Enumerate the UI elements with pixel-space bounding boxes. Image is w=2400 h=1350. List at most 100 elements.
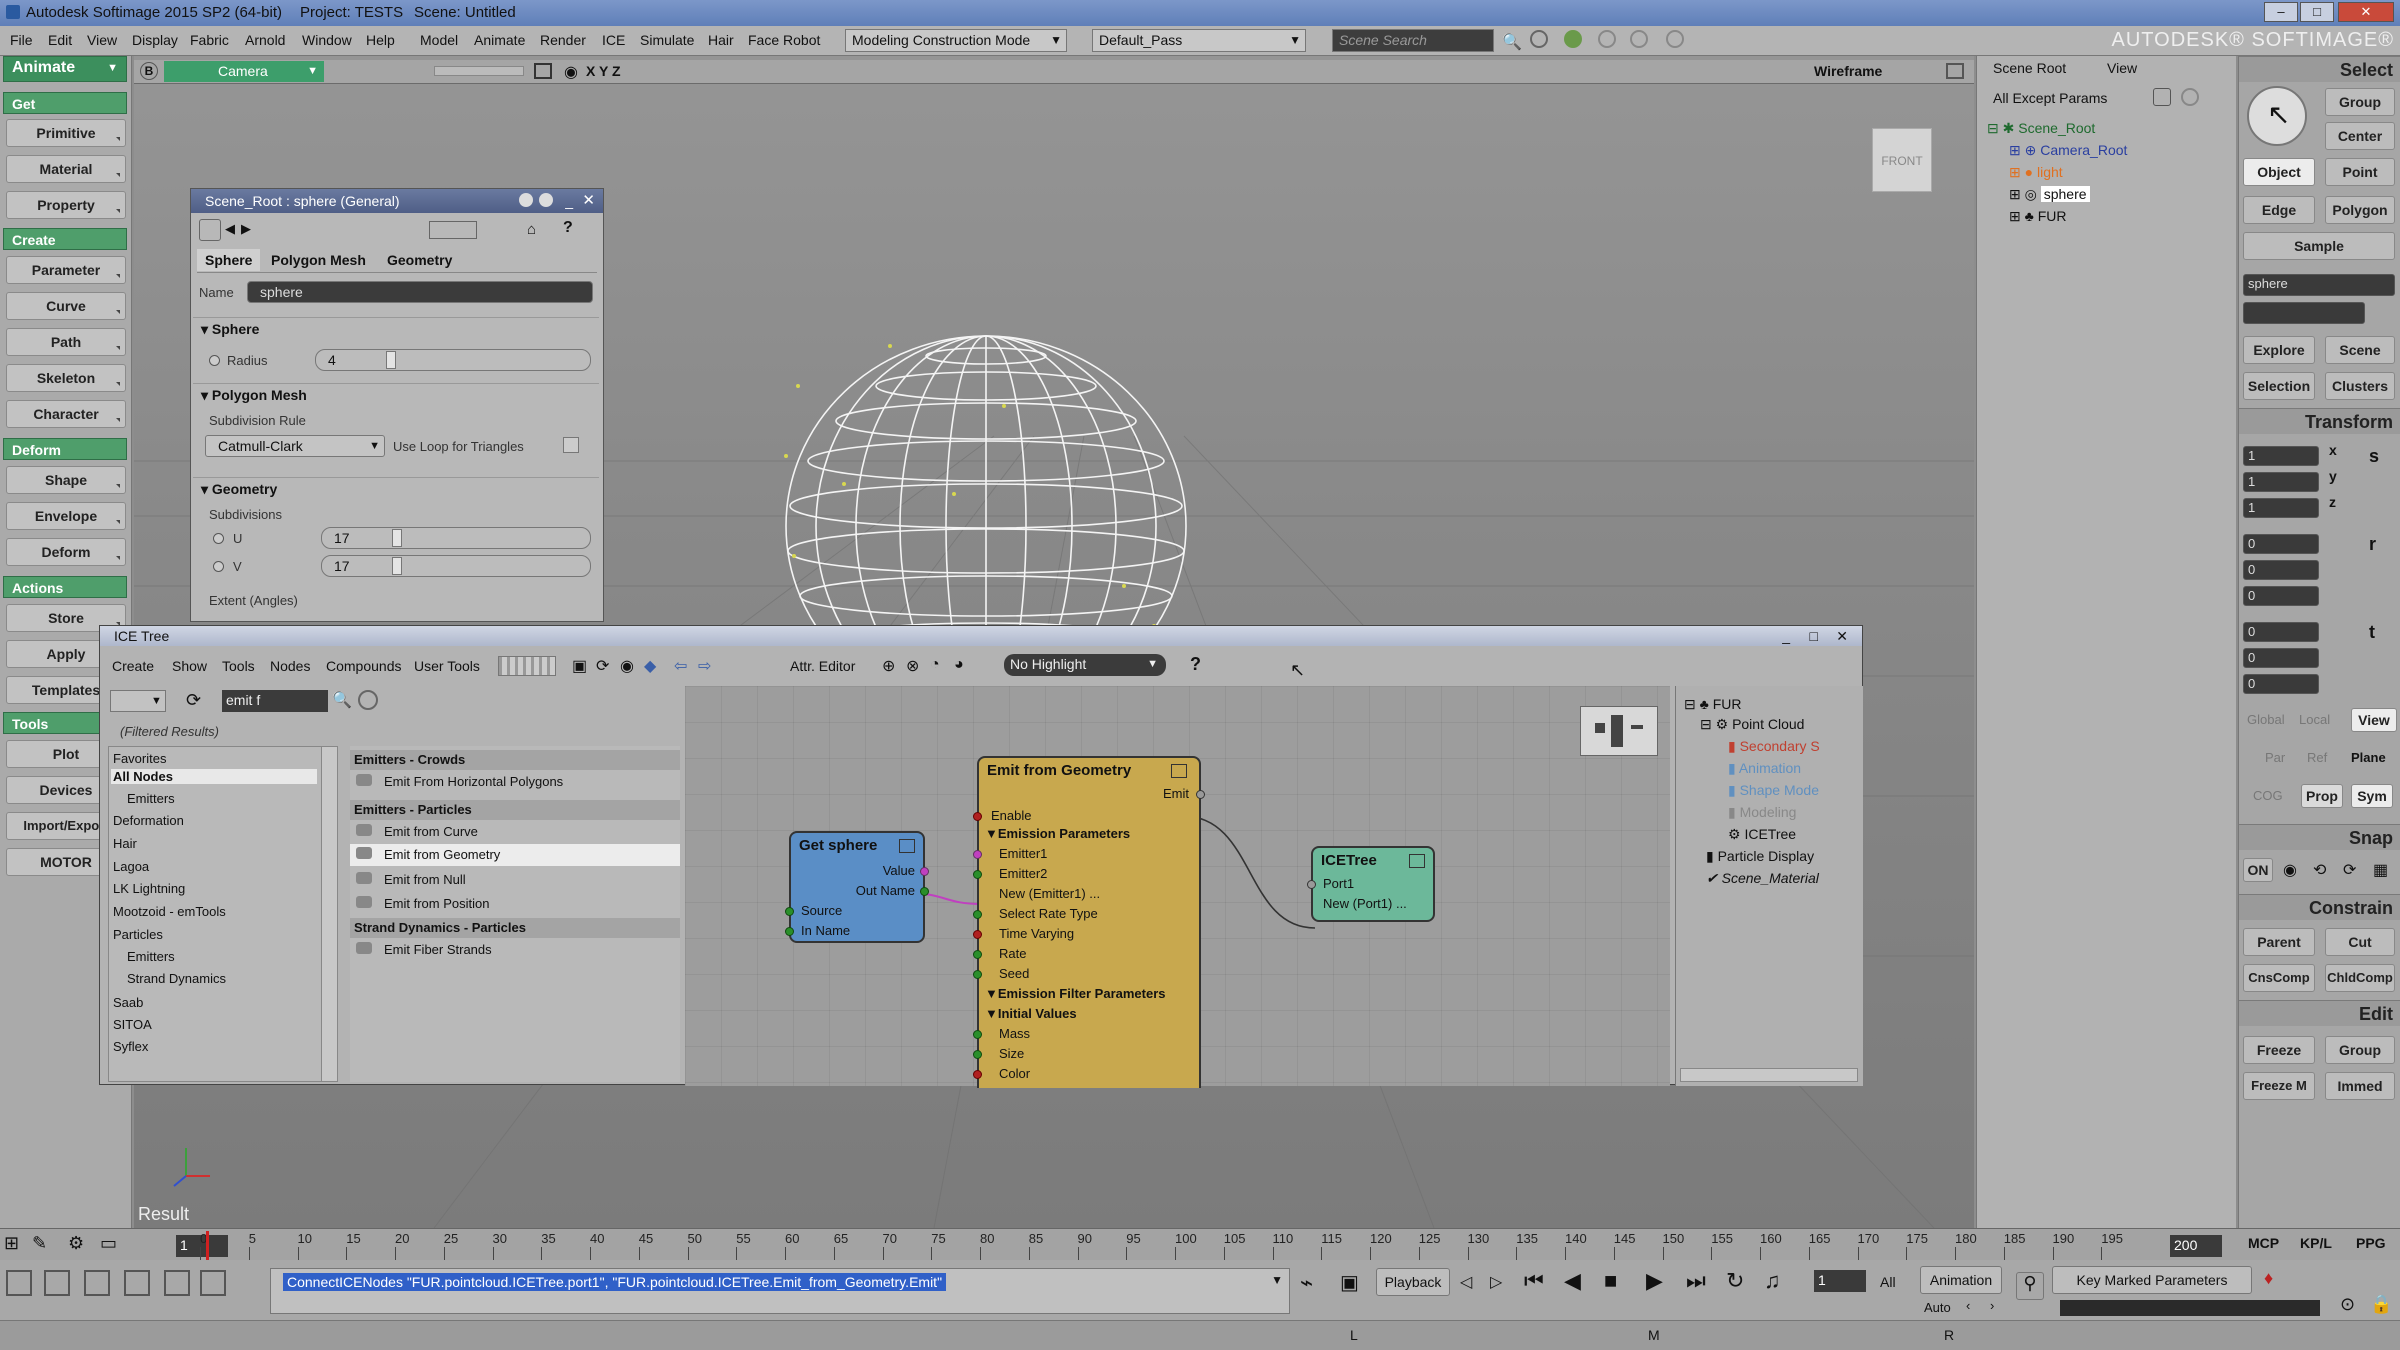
port-dot[interactable] [973, 930, 982, 939]
port-dot[interactable] [1307, 880, 1316, 889]
group-initial-values[interactable]: ▼Initial Values [985, 1006, 1077, 1021]
category-item[interactable]: Lagoa [113, 859, 149, 874]
scale-x-field[interactable]: 1 [2243, 446, 2319, 466]
node-menu-icon[interactable] [1171, 764, 1187, 778]
tab-sphere[interactable]: Sphere [197, 249, 261, 271]
polygon-button[interactable]: Polygon [2325, 196, 2395, 224]
tree-item[interactable]: ▮ Animation [1728, 760, 1801, 777]
play-backward-icon[interactable]: ◀ [1564, 1268, 1581, 1294]
material-button[interactable]: Material [6, 155, 126, 183]
layout-1-icon[interactable] [6, 1270, 32, 1296]
camera-icon[interactable] [534, 63, 552, 79]
ice-menu-nodes[interactable]: Nodes [270, 658, 310, 674]
next-icon[interactable]: › [1990, 1298, 1994, 1313]
camera-combo[interactable]: Camera ▼ [164, 61, 324, 82]
playback-menu[interactable]: Playback [1376, 1268, 1450, 1296]
menu-display[interactable]: Display [132, 32, 178, 48]
geometry-section[interactable]: ▾ Geometry [193, 477, 599, 499]
scale-icon[interactable]: s [2369, 446, 2379, 467]
port-emitter2[interactable]: Emitter2 [999, 866, 1047, 881]
port-size[interactable]: Size [999, 1046, 1024, 1061]
panel-icon[interactable]: ▭ [100, 1233, 117, 1254]
port-color[interactable]: Color [999, 1066, 1030, 1081]
object-button[interactable]: Object [2243, 158, 2315, 186]
port-time-varying[interactable]: Time Varying [999, 926, 1074, 941]
highlight-combo[interactable]: No Highlight ▼ [1004, 654, 1166, 676]
local-toggle[interactable]: Local [2299, 712, 2330, 727]
forward-icon[interactable]: ⇨ [698, 656, 711, 676]
ice-graph-canvas[interactable]: Get sphere Value Out Name Source In Name… [685, 686, 1670, 1088]
port-dot[interactable] [973, 1050, 982, 1059]
menu-window[interactable]: Window [302, 32, 352, 48]
prev-icon[interactable]: ‹ [1966, 1298, 1970, 1313]
scene-root-tab[interactable]: Scene Root [1993, 60, 2066, 76]
refresh-icon[interactable]: ⟳ [186, 690, 201, 711]
cut-button[interactable]: Cut [2325, 928, 2395, 956]
u-animate-toggle[interactable] [213, 533, 224, 544]
search-icon[interactable]: 🔍 [1502, 32, 1522, 52]
minimize-button[interactable]: – [2264, 2, 2298, 22]
display-mode-menu[interactable]: Wireframe [1814, 63, 1882, 79]
horizontal-scrollbar[interactable] [1680, 1068, 1858, 1082]
category-get[interactable]: Get [3, 92, 127, 114]
clusters-button[interactable]: Clusters [2325, 372, 2395, 400]
node-search-input[interactable]: emit f [222, 690, 328, 712]
menu-view[interactable]: View [87, 32, 117, 48]
tree-item-sphere[interactable]: ⊞ ◎ sphere [2009, 186, 2090, 203]
back-icon[interactable]: ◀ [225, 221, 235, 237]
layout-icon[interactable] [498, 656, 556, 676]
menu-fabric[interactable]: Fabric [190, 32, 229, 48]
refresh-icon[interactable] [2181, 88, 2199, 106]
v-animate-toggle[interactable] [213, 561, 224, 572]
key-slider[interactable] [2060, 1300, 2320, 1316]
category-item[interactable]: Syflex [113, 1039, 148, 1054]
mcp-tab[interactable]: MCP [2248, 1235, 2279, 1251]
rotate-x-field[interactable]: 0 [2243, 534, 2319, 554]
category-item[interactable]: Particles [113, 927, 163, 942]
selection-filter-field[interactable] [2243, 302, 2365, 324]
all-toggle[interactable]: All [1880, 1274, 1896, 1290]
group-emission-parameters[interactable]: ▼Emission Parameters [985, 826, 1130, 841]
view-mode-combo[interactable]: ▼ [110, 690, 166, 712]
key-icon[interactable]: ⚲ [2016, 1272, 2044, 1300]
cnscomp-button[interactable]: CnsComp [2243, 964, 2315, 992]
stop-icon[interactable]: ◉ [620, 656, 634, 676]
property-button[interactable]: Property [6, 191, 126, 219]
end-frame-field[interactable]: 200 [2170, 1235, 2222, 1257]
module-switcher[interactable]: Animate ▼ [3, 56, 127, 82]
parameter-button[interactable]: Parameter [6, 256, 126, 284]
construction-mode-combo[interactable]: Modeling Construction Mode ▼ [845, 29, 1067, 52]
point-button[interactable]: Point [2325, 158, 2395, 186]
tree-item[interactable]: ⚙ ICETree [1728, 826, 1796, 843]
pin-icon[interactable]: ⌂ [527, 221, 536, 238]
tools-icon[interactable] [1666, 30, 1684, 48]
scale-z-field[interactable]: 1 [2243, 498, 2319, 518]
snap-grid-icon[interactable]: ▦ [2373, 860, 2388, 880]
menu-help[interactable]: Help [366, 32, 395, 48]
category-item[interactable]: Favorites [113, 751, 166, 766]
menu-ice[interactable]: ICE [602, 32, 625, 48]
snap-surface-icon[interactable]: ⟳ [2343, 860, 2356, 880]
recycle-icon[interactable] [199, 219, 221, 241]
tree-item-camera-root[interactable]: ⊞ ⊕ Camera_Root [2009, 142, 2127, 159]
shape-button[interactable]: Shape [6, 466, 126, 494]
icetree-node[interactable]: ICETree Port1 New (Port1) ... [1307, 846, 1435, 922]
result-item[interactable]: Emit from Null [356, 872, 466, 887]
forward-icon[interactable]: ▶ [241, 221, 251, 237]
port-select-rate-type[interactable]: Select Rate Type [999, 906, 1098, 921]
center-button[interactable]: Center [2325, 122, 2395, 150]
port-dot[interactable] [973, 1030, 982, 1039]
snap-header[interactable]: Snap [2239, 824, 2400, 850]
settings-icon[interactable] [1630, 30, 1648, 48]
port-emit[interactable]: Emit [1163, 786, 1189, 801]
u-slider[interactable]: 17 [321, 527, 591, 549]
snap-on-toggle[interactable]: ON [2243, 858, 2273, 882]
category-item-selected[interactable]: All Nodes [111, 769, 317, 784]
radius-slider-thumb[interactable] [386, 351, 396, 369]
result-item[interactable]: Emit From Horizontal Polygons [356, 774, 563, 789]
rotate-icon[interactable]: r [2369, 534, 2376, 555]
snap-curve-icon[interactable]: ⟲ [2313, 860, 2326, 880]
port-dot[interactable] [973, 910, 982, 919]
port-new-port[interactable]: New (Port1) ... [1323, 896, 1407, 911]
port-source[interactable]: Source [801, 903, 842, 918]
